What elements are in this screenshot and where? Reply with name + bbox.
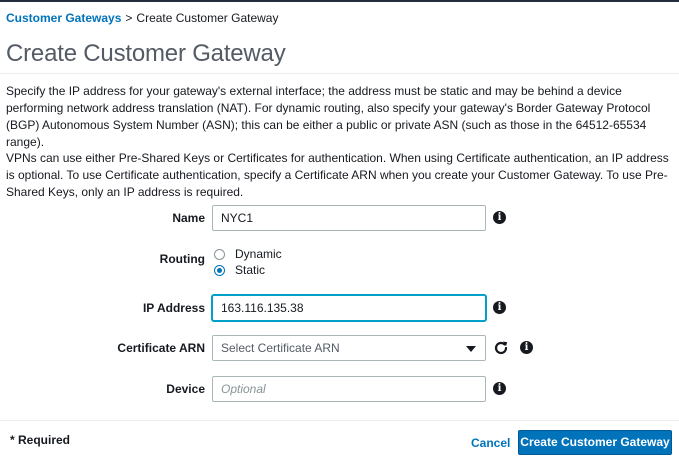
radio-dynamic[interactable] — [214, 249, 225, 260]
radio-dynamic-label: Dynamic — [235, 247, 282, 261]
breadcrumb-customer-gateways-link[interactable]: Customer Gateways — [6, 11, 121, 25]
name-info-icon[interactable]: i — [493, 211, 506, 224]
name-input[interactable] — [212, 205, 486, 231]
ip-address-row: IP Address i — [0, 295, 679, 321]
routing-label: Routing — [159, 252, 205, 266]
certificate-arn-selected-value: Select Certificate ARN — [221, 341, 340, 355]
footer-divider — [0, 420, 679, 421]
device-info-icon[interactable]: i — [493, 382, 506, 395]
device-label: Device — [166, 382, 205, 396]
name-label: Name — [172, 211, 205, 225]
certificate-arn-select[interactable]: Select Certificate ARN — [212, 335, 486, 361]
required-note: * Required — [10, 433, 71, 447]
radio-static[interactable] — [214, 265, 225, 276]
ip-address-input[interactable] — [212, 295, 486, 321]
breadcrumb-separator: > — [125, 11, 133, 25]
chevron-down-icon — [466, 346, 476, 352]
top-bar — [0, 0, 679, 2]
cancel-button[interactable]: Cancel — [465, 432, 516, 454]
certificate-arn-row: Certificate ARN Select Certificate ARN i — [0, 335, 679, 361]
certificate-arn-info-icon[interactable]: i — [520, 341, 533, 354]
device-input[interactable] — [212, 376, 486, 402]
device-row: Device i — [0, 376, 679, 402]
name-row: Name i — [0, 205, 679, 231]
breadcrumb: Customer Gateways > Create Customer Gatewa… — [6, 11, 278, 25]
description-paragraph-1: Specify the IP address for your gateway'… — [6, 84, 651, 149]
refresh-icon[interactable] — [493, 340, 509, 356]
title-divider — [0, 73, 679, 74]
create-customer-gateway-button[interactable]: Create Customer Gateway — [518, 430, 672, 455]
certificate-arn-label: Certificate ARN — [117, 341, 205, 355]
ip-address-label: IP Address — [142, 301, 205, 315]
breadcrumb-current: Create Customer Gateway — [136, 11, 279, 25]
radio-static-label: Static — [235, 263, 266, 277]
description-paragraph-2: VPNs can use either Pre-Shared Keys or C… — [6, 151, 669, 199]
page-title: Create Customer Gateway — [6, 40, 286, 67]
ip-address-info-icon[interactable]: i — [493, 301, 506, 314]
